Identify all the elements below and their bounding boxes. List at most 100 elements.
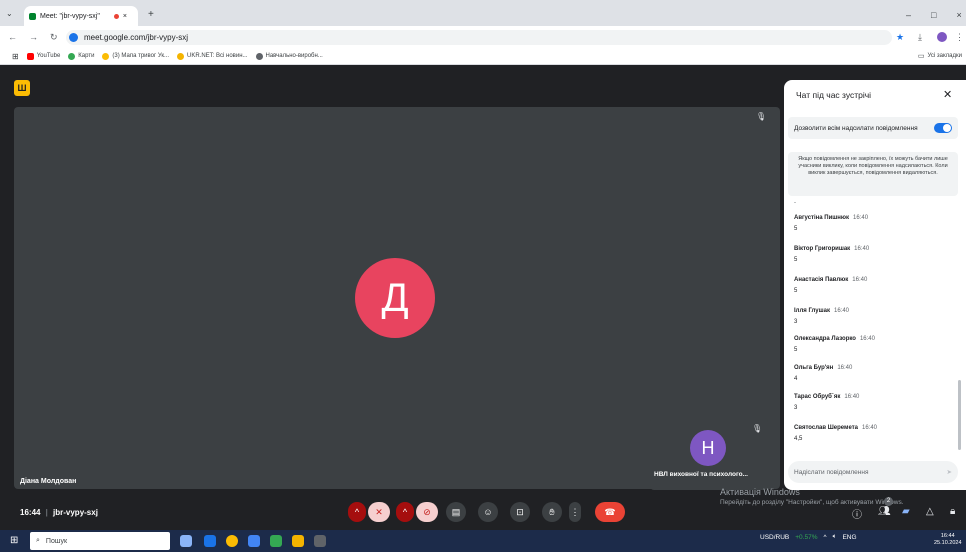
chat-message: Ілля Глушак 16:40 3 <box>794 308 849 325</box>
mic-off-icon: 🎙︎ <box>756 112 767 121</box>
allow-messages-toggle[interactable] <box>934 123 952 133</box>
reload-icon[interactable]: ↻ <box>50 32 58 43</box>
camera-off-icon: ⊘ <box>423 506 431 517</box>
tab-list-chevron-icon[interactable]: ⌄ <box>6 9 13 18</box>
maximize-button[interactable]: □ <box>931 10 936 20</box>
chat-message: Святослав Шеремета 16:40 4,5 <box>794 425 877 442</box>
language-indicator[interactable]: ENG <box>842 534 856 541</box>
volume-icon[interactable]: 🔈︎ <box>833 533 837 541</box>
chat-scrollbar[interactable] <box>958 380 961 450</box>
clock-date: 25.10.2024 <box>934 539 962 546</box>
education-icon <box>255 52 263 60</box>
taskbar-clock[interactable]: 16:44 25.10.2024 <box>934 533 962 546</box>
end-call-icon: ☎︎ <box>604 506 616 517</box>
message-text: 4 <box>794 376 798 382</box>
apps-grid-icon[interactable]: ⊞ <box>12 52 19 61</box>
alerts-map-icon <box>102 52 110 60</box>
bookmark-youtube[interactable]: YouTube <box>26 52 60 60</box>
message-author: Ілля Глушак <box>794 308 830 314</box>
message-time: 16:40 <box>844 394 860 400</box>
download-icon[interactable]: ⤓ <box>918 32 922 43</box>
chat-message: Тарас Обруб`як 16:40 3 <box>794 394 859 411</box>
message-author: Августіна Пишнюк <box>794 215 850 221</box>
bookmark-maps[interactable]: Карти <box>68 52 94 60</box>
windows-activation-title: Активація Windows <box>720 487 800 497</box>
chat-notice: Якщо повідомлення не закріплено, їх можу… <box>788 152 958 196</box>
taskbar-search-placeholder: Пошук <box>45 537 68 545</box>
pip-mic-off-icon: 🎙︎ <box>752 424 763 433</box>
message-time: 16:40 <box>852 277 868 283</box>
leave-call-button[interactable]: ☎︎ <box>595 502 625 522</box>
message-text: 5 <box>794 226 798 232</box>
people-icon[interactable]: 👥︎ <box>878 506 891 517</box>
bookmark-star-icon[interactable]: ★ <box>896 32 904 43</box>
mic-toggle-button[interactable]: ✕ <box>368 502 390 522</box>
captions-button[interactable]: ▤ <box>446 502 466 522</box>
emoji-button[interactable]: ☺ <box>478 502 498 522</box>
minimize-button[interactable]: – <box>906 10 911 20</box>
nav-buttons: ← → ↻ <box>8 32 58 43</box>
bookmarks-bar: ⊞ YouTube Карти (3) Мапа тривог Ук... UK… <box>0 48 966 65</box>
folder-icon[interactable] <box>292 535 304 547</box>
main-participant-name: Діана Молдован <box>20 478 77 485</box>
site-info-icon[interactable] <box>69 33 78 42</box>
window-close-button[interactable]: × <box>956 10 961 20</box>
bookmark-alerts-map[interactable]: (3) Мапа тривог Ук... <box>102 52 169 60</box>
url-bar[interactable]: meet.google.com/jbr-vypy-sxj <box>66 30 892 45</box>
edge-icon[interactable] <box>204 535 216 547</box>
host-controls-icon[interactable]: 🔒︎ <box>950 506 955 517</box>
store-icon[interactable] <box>270 535 282 547</box>
message-time: 16:40 <box>833 308 849 314</box>
currency-label[interactable]: USD/RUB <box>760 534 789 541</box>
task-view-icon[interactable] <box>180 535 192 547</box>
message-text: 4,5 <box>794 436 803 442</box>
forward-arrow-icon[interactable]: → <box>29 32 38 43</box>
camera-options-button[interactable]: ^ <box>396 502 414 522</box>
raise-hand-button[interactable]: ✋︎ <box>542 502 562 522</box>
separator: | <box>45 508 48 517</box>
windows-activation-text: Перейдіть до розділу "Настройки", щоб ак… <box>720 499 904 506</box>
bookmark-ukrnet[interactable]: UKR.NET: Всі новин... <box>177 52 248 60</box>
browser-tab-meet[interactable]: Meet: "jbr-vypy-sxj" × <box>24 6 138 26</box>
info-icon[interactable]: ⓘ <box>852 506 862 521</box>
chat-message-input[interactable]: Надіслати повідомлення ➤ <box>788 461 958 483</box>
window-controls: – □ × <box>906 10 962 20</box>
chrome-icon[interactable] <box>226 535 238 547</box>
bookmark-education[interactable]: Навчально-виробн... <box>255 52 323 60</box>
back-arrow-icon[interactable]: ← <box>8 32 17 43</box>
message-text: 5 <box>794 257 798 263</box>
tab-close-icon[interactable]: × <box>123 13 127 20</box>
chat-icon[interactable]: ▰ <box>902 506 910 517</box>
browser-tab-bar <box>0 0 966 26</box>
chat-message: Олександра Лазорко 16:40 5 <box>794 336 875 353</box>
send-icon[interactable]: ➤ <box>947 468 952 476</box>
more-vert-icon: ⋮ <box>570 506 580 517</box>
chevron-up-icon: ^ <box>354 507 360 517</box>
present-button[interactable]: ⊡ <box>510 502 530 522</box>
meeting-time: 16:44 <box>20 508 41 517</box>
message-author: Ольга Бур'ян <box>794 365 834 371</box>
mic-options-button[interactable]: ^ <box>348 502 366 522</box>
chat-message: Ольга Бур'ян 16:40 4 <box>794 365 852 382</box>
message-time: 16:40 <box>853 215 869 221</box>
message-text: 3 <box>794 405 798 411</box>
profile-avatar[interactable] <box>937 32 947 42</box>
meeting-info: 16:44 | jbr-vypy-sxj <box>20 508 98 517</box>
camera-toggle-button[interactable]: ⊘ <box>416 502 438 522</box>
new-tab-button[interactable]: + <box>148 9 154 20</box>
taskbar-search[interactable]: ⌕ Пошук <box>30 532 170 550</box>
app-icon[interactable] <box>314 535 326 547</box>
browser-menu-icon[interactable]: ⋮ <box>955 32 964 43</box>
message-time: 16:40 <box>837 365 853 371</box>
meet-logo-icon[interactable]: Ш <box>14 80 30 96</box>
tray-chevron-icon[interactable]: ^ <box>824 534 827 541</box>
activities-icon[interactable]: △ <box>926 506 934 517</box>
all-bookmarks[interactable]: ▭ Усі закладки <box>918 52 962 60</box>
hand-icon: ✋︎ <box>549 506 555 517</box>
more-options-button[interactable]: ⋮ <box>569 502 581 522</box>
message-author: Віктор Григоришак <box>794 246 851 252</box>
explorer-icon[interactable] <box>248 535 260 547</box>
windows-start-icon[interactable]: ⊞ <box>10 535 18 546</box>
close-icon[interactable]: ✕ <box>943 88 952 101</box>
chat-message: Віктор Григоришак 16:40 5 <box>794 246 869 263</box>
